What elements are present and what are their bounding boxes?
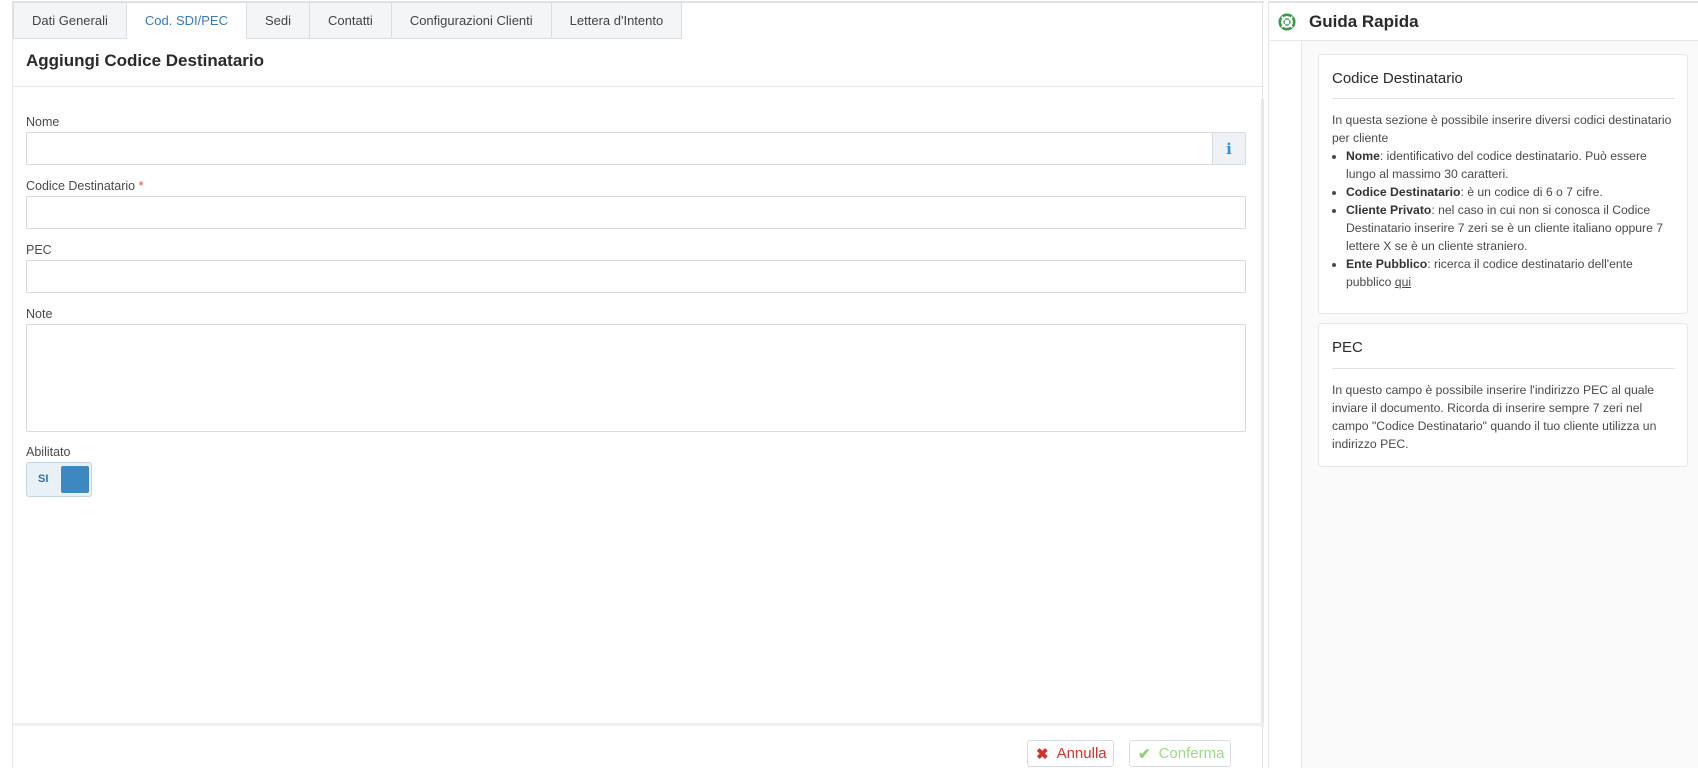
note-textarea[interactable] <box>26 324 1246 432</box>
x-icon: ✖ <box>1036 745 1049 763</box>
tab-cod-sdi-pec[interactable]: Cod. SDI/PEC <box>126 2 247 39</box>
tab-bar: Dati Generali Cod. SDI/PEC Sedi Contatti… <box>13 2 683 39</box>
tab-dati-generali[interactable]: Dati Generali <box>13 2 127 39</box>
tab-contatti[interactable]: Contatti <box>310 2 392 39</box>
term: Cliente Privato <box>1346 203 1432 217</box>
abilitato-label: Abilitato <box>26 445 71 459</box>
confirm-button[interactable]: ✔ Conferma <box>1129 740 1232 767</box>
card-divider <box>1332 98 1675 99</box>
codice-destinatario-label-text: Codice Destinatario <box>26 179 136 193</box>
qui-link[interactable]: qui <box>1395 275 1411 289</box>
card-title: Codice Destinatario <box>1332 70 1463 87</box>
nome-input[interactable]: i <box>26 132 1246 165</box>
guide-header: Guida Rapida <box>1269 3 1698 41</box>
check-icon: ✔ <box>1138 745 1151 763</box>
guide-title: Guida Rapida <box>1309 12 1419 31</box>
cancel-button[interactable]: ✖ Annulla <box>1027 740 1114 767</box>
tab-sedi[interactable]: Sedi <box>246 2 310 39</box>
term: Nome <box>1346 149 1380 163</box>
card-divider <box>1332 368 1675 369</box>
confirm-label: Conferma <box>1158 745 1225 762</box>
pec-input[interactable] <box>26 260 1246 293</box>
term-desc: : è un codice di 6 o 7 cifre. <box>1460 185 1603 199</box>
nome-info-button[interactable]: i <box>1212 133 1245 164</box>
tab-lettera-intento[interactable]: Lettera d'Intento <box>551 2 683 39</box>
required-mark: * <box>138 179 144 193</box>
lifebuoy-icon <box>1278 13 1296 31</box>
card-list: Nome: identificativo del codice destinat… <box>1346 147 1677 291</box>
pec-label: PEC <box>26 243 52 257</box>
cancel-label: Annulla <box>1056 745 1107 762</box>
info-icon: i <box>1226 139 1232 158</box>
tab-configurazioni-clienti[interactable]: Configurazioni Clienti <box>391 2 552 39</box>
codice-destinatario-label: Codice Destinatario * <box>26 179 143 193</box>
guide-card-pec: PEC In questo campo è possibile inserire… <box>1318 323 1688 467</box>
list-item: Cliente Privato: nel caso in cui non si … <box>1346 201 1677 255</box>
term-desc: : identificativo del codice destinatario… <box>1346 149 1647 181</box>
guide-panel: Guida Rapida Codice Destinatario In ques… <box>1268 1 1698 768</box>
card-title: PEC <box>1332 339 1363 356</box>
footer-divider <box>13 723 1264 726</box>
guide-card-codice: Codice Destinatario In questa sezione è … <box>1318 54 1688 314</box>
main-panel: Dati Generali Cod. SDI/PEC Sedi Contatti… <box>12 1 1264 768</box>
note-label: Note <box>26 307 53 321</box>
list-item: Codice Destinatario: è un codice di 6 o … <box>1346 183 1677 201</box>
scrollbar[interactable] <box>1261 99 1264 727</box>
form-title: Aggiungi Codice Destinatario <box>26 51 265 70</box>
codice-destinatario-input[interactable] <box>26 196 1246 229</box>
guide-side-strip <box>1269 41 1302 768</box>
divider <box>13 86 1264 87</box>
card-body: In questa sezione è possibile inserire d… <box>1332 111 1677 291</box>
term: Codice Destinatario <box>1346 185 1461 199</box>
term: Ente Pubblico <box>1346 257 1428 271</box>
card-intro: In questa sezione è possibile inserire d… <box>1332 113 1672 145</box>
abilitato-toggle[interactable]: SI <box>26 462 92 497</box>
list-item: Ente Pubblico: ricerca il codice destina… <box>1346 255 1677 291</box>
list-item: Nome: identificativo del codice destinat… <box>1346 147 1677 183</box>
nome-label: Nome <box>26 115 60 129</box>
card-body: In questo campo è possibile inserire l'i… <box>1332 383 1657 451</box>
toggle-knob <box>61 466 89 493</box>
toggle-text: SI <box>38 473 49 485</box>
